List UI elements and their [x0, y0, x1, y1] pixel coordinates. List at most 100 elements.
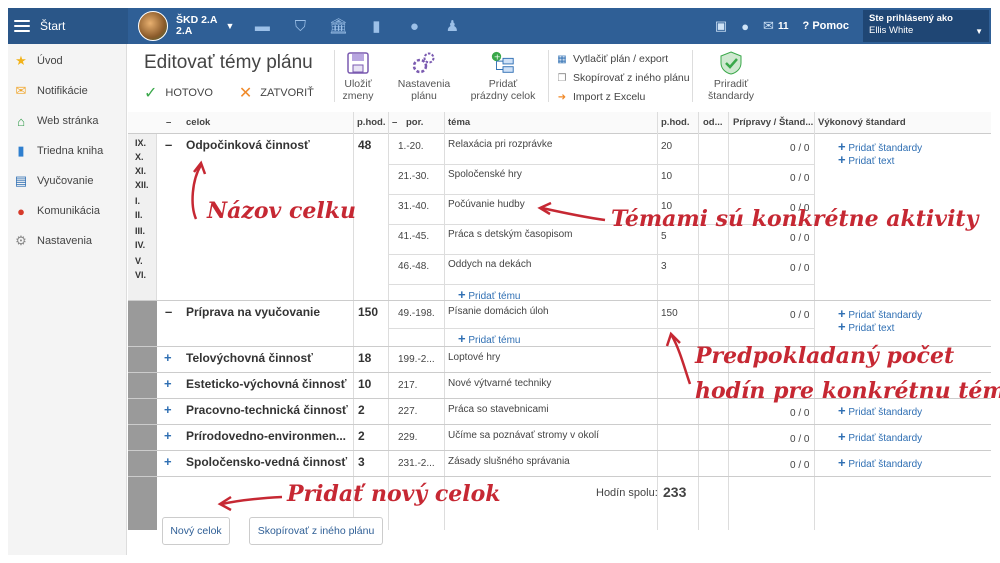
unit-hours: 2: [358, 403, 365, 417]
book-icon: ▮: [17, 143, 25, 158]
add-empty-unit-button[interactable]: + Pridať prázdny celok: [464, 50, 542, 102]
topic-hours[interactable]: 5: [661, 231, 667, 242]
user-menu[interactable]: Ste prihlásený ako Ellis White ▼: [863, 10, 989, 42]
annotation-expected-hours-2: hodín pre konkrétnu tému: [695, 378, 1000, 404]
topic-name[interactable]: Zásady slušného správania: [448, 456, 570, 467]
topic-name[interactable]: Práca so stavebnicami: [448, 404, 549, 415]
topic-name[interactable]: Spoločenské hry: [448, 169, 522, 180]
assign-standards-label: Priradiť: [713, 78, 749, 90]
page-title: Editovať témy plánu: [144, 52, 313, 73]
new-unit-button[interactable]: Nový celok: [162, 517, 230, 545]
bar-chart-icon[interactable]: ▮: [364, 16, 388, 36]
divider: [334, 50, 335, 102]
gear-icon: ⚙: [15, 233, 27, 248]
children-icon[interactable]: ♟: [440, 16, 464, 36]
card-icon[interactable]: ▬: [250, 16, 274, 36]
unit-hours: 48: [358, 138, 372, 152]
unit-name[interactable]: Odpočinková činnosť: [186, 138, 310, 152]
col-por: por.: [406, 117, 424, 128]
add-standard-link[interactable]: + Pridať štandardy: [838, 403, 922, 418]
messages-button[interactable]: ✉ 11: [763, 18, 788, 34]
unit-name[interactable]: Esteticko-výchovná činnosť: [186, 377, 346, 391]
add-topic-link[interactable]: + Pridať tému: [458, 331, 520, 346]
topic-name[interactable]: Oddych na dekách: [448, 259, 531, 270]
start-menu-button[interactable]: Štart: [8, 8, 128, 44]
topic-name[interactable]: Loptové hry: [448, 352, 500, 363]
user-name: Ellis White: [869, 25, 914, 36]
copy-icon: ❐: [557, 73, 567, 84]
sidebar-item-notifikacie[interactable]: ✉ Notifikácie: [8, 76, 126, 106]
topic-name[interactable]: Počúvanie hudby: [448, 199, 525, 210]
topic-por: 199.-2...: [398, 354, 435, 365]
topic-name[interactable]: Písanie domácich úloh: [448, 306, 549, 317]
school-avatar: [138, 11, 168, 41]
total-hours-value: 233: [663, 484, 687, 500]
plan-settings-button[interactable]: Nastavenia plánu: [394, 50, 454, 102]
add-standard-label: Pridať štandardy: [848, 407, 923, 418]
import-excel-link[interactable]: ➜ Import z Excelu: [556, 88, 690, 107]
home-icon: ⌂: [17, 113, 25, 129]
copy-from-plan-button[interactable]: Skopírovať z iného plánu: [249, 517, 383, 545]
topic-name[interactable]: Práca s detským časopisom: [448, 229, 573, 240]
topic-name[interactable]: Učíme sa poznávať stromy v okolí: [448, 430, 599, 441]
topic-prep: 0 / 0: [790, 408, 810, 419]
topic-hours[interactable]: 10: [661, 171, 672, 182]
copy-label: Skopírovať z iného plánu: [573, 72, 690, 84]
done-label: HOTOVO: [165, 87, 213, 99]
sidebar: ★ Úvod ✉ Notifikácie ⌂ Web stránka ▮ Tri…: [8, 44, 127, 555]
shield-icon[interactable]: ⛉: [288, 16, 312, 36]
topic-prep: 0 / 0: [790, 143, 810, 154]
done-button[interactable]: ✓ HOTOVO: [144, 83, 213, 103]
assign-standards-button[interactable]: Priradiť štandardy: [698, 50, 764, 102]
topic-name[interactable]: Nové výtvarné techniky: [448, 378, 551, 389]
screen-icon[interactable]: ▣: [715, 18, 727, 34]
print-export-link[interactable]: ▦ Vytlačiť plán / export: [556, 50, 690, 69]
add-standard-link[interactable]: + Pridať štandardy: [838, 455, 922, 470]
collapse-unit-toggle[interactable]: –: [165, 304, 172, 319]
topic-hours[interactable]: 20: [661, 141, 672, 152]
unit-name[interactable]: Telovýchovná činnosť: [186, 351, 313, 365]
help-button[interactable]: ? Pomoc: [803, 20, 849, 32]
expand-unit-toggle[interactable]: +: [164, 350, 172, 365]
divider: [692, 50, 693, 102]
sidebar-item-triedna-kniha[interactable]: ▮ Triedna kniha: [8, 136, 126, 166]
add-standard-link[interactable]: + Pridať štandardy: [838, 429, 922, 444]
sidebar-item-web[interactable]: ⌂ Web stránka: [8, 106, 126, 136]
envelope-icon: ✉: [763, 18, 774, 33]
plus-icon: +: [838, 455, 846, 470]
save-changes-button[interactable]: Uložiť zmeny: [338, 50, 378, 102]
sidebar-item-nastavenia[interactable]: ⚙ Nastavenia: [8, 226, 126, 256]
add-text-link[interactable]: + Pridať text: [838, 152, 894, 167]
expand-unit-toggle[interactable]: +: [164, 428, 172, 443]
expand-unit-toggle[interactable]: +: [164, 376, 172, 391]
institution-icon[interactable]: 🏛︎: [326, 16, 350, 36]
collapse-unit-toggle[interactable]: –: [165, 137, 172, 152]
collapse-topics-toggle[interactable]: –: [392, 117, 397, 128]
add-text-link[interactable]: + Pridať text: [838, 319, 894, 334]
sidebar-item-uvod[interactable]: ★ Úvod: [8, 46, 126, 76]
collapse-all-toggle[interactable]: –: [166, 117, 171, 128]
topic-por: 227.: [398, 406, 418, 417]
month-label: VI.: [135, 270, 147, 280]
topic-hours[interactable]: 3: [661, 261, 667, 272]
add-standard-label: Pridať štandardy: [848, 459, 923, 470]
chat-bubble-icon[interactable]: ●: [741, 19, 749, 34]
unit-name[interactable]: Príprava na vyučovanie: [186, 305, 320, 319]
topic-hours[interactable]: 150: [661, 308, 678, 319]
unit-name[interactable]: Pracovno-technická činnosť: [186, 403, 348, 417]
unit-name[interactable]: Spoločensko-vedná činnosť: [186, 455, 347, 469]
sidebar-item-komunikacia[interactable]: ● Komunikácia: [8, 196, 126, 226]
copy-from-plan-link[interactable]: ❐ Skopírovať z iného plánu: [556, 69, 690, 88]
unit-name[interactable]: Prírodovedno-environmen...: [186, 429, 346, 443]
school-selector[interactable]: ŠKD 2.A 2.A ▼: [138, 11, 234, 41]
percent-icon[interactable]: ●: [402, 16, 426, 36]
topic-prep: 0 / 0: [790, 460, 810, 471]
expand-unit-toggle[interactable]: +: [164, 402, 172, 417]
sidebar-item-label: Nastavenia: [37, 235, 93, 247]
user-status: Ste prihlásený ako: [869, 13, 953, 24]
sidebar-item-vyucovanie[interactable]: ▤ Vyučovanie: [8, 166, 126, 196]
topic-name[interactable]: Relaxácia pri rozprávke: [448, 139, 553, 150]
close-button[interactable]: ✕ ZATVORIŤ: [239, 83, 314, 103]
expand-unit-toggle[interactable]: +: [164, 454, 172, 469]
topic-por: 231.-2...: [398, 458, 435, 469]
